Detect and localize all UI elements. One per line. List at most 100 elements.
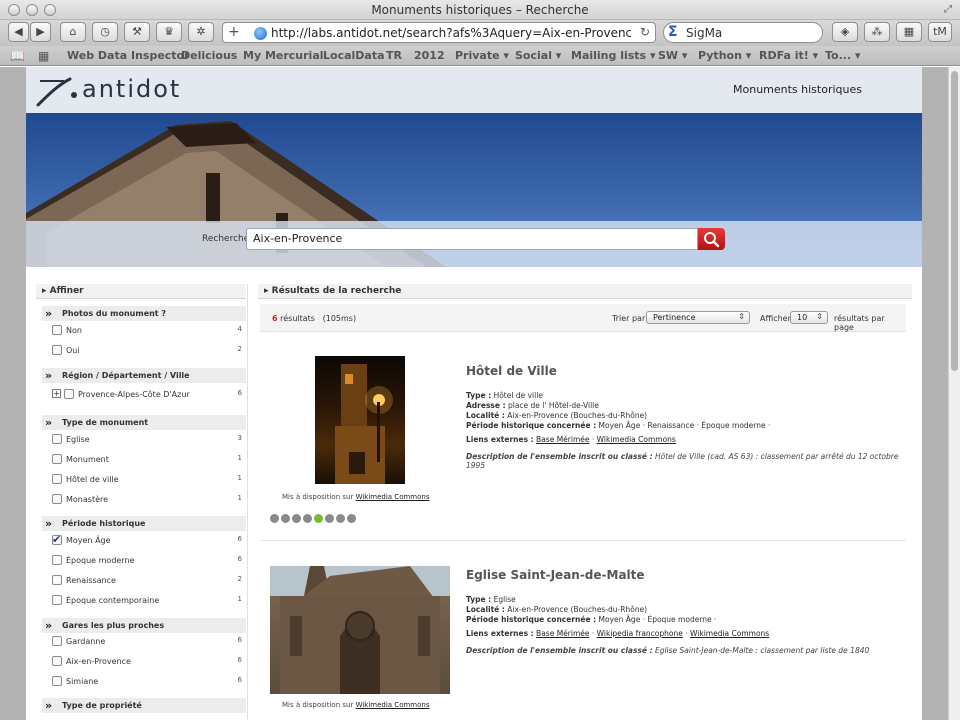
facet-header-period[interactable]: » Période historique [42,516,246,531]
forward-button[interactable]: ▶ [30,22,51,42]
facet-item[interactable]: Eglise 3 [52,434,242,446]
logo-text[interactable]: antidot [82,75,181,103]
url-text[interactable]: http://labs.antidot.net/search?afs%3Aque… [271,26,631,40]
bookmark-item[interactable]: My Mercurial [243,49,324,62]
external-link[interactable]: Wikimedia Commons [690,629,769,638]
bookmark-folder[interactable]: Private ▾ [455,49,509,62]
user-menu-button[interactable]: tM [928,22,952,42]
back-button[interactable]: ◀ [8,22,29,42]
facet-label: Hôtel de ville [66,475,119,484]
checkbox[interactable] [52,636,62,646]
external-link[interactable]: Wikimedia Commons [597,435,676,444]
external-link[interactable]: Wikipedia francophone [597,629,683,638]
double-chevron-icon: » [45,517,53,530]
checkbox[interactable] [52,676,62,686]
bookmark-folder[interactable]: Mailing lists ▾ [571,49,655,62]
page-size-select[interactable]: 10 ⇕ [790,311,828,324]
extension-button-5[interactable]: ⁂ [864,22,890,42]
expand-icon[interactable]: + [52,389,61,398]
bookmark-folder[interactable]: RDFa it! ▾ [759,49,818,62]
bookmark-folder[interactable]: Social ▾ [515,49,561,62]
checkbox[interactable] [52,656,62,666]
carousel-dot[interactable] [281,514,290,523]
vertical-scrollbar[interactable] [948,67,960,720]
facet-item[interactable]: Aix-en-Provence 6 [52,656,242,668]
history-button[interactable]: ◷ [92,22,118,42]
browser-search-field[interactable]: Σ SigMa [663,22,823,43]
bookmark-item[interactable]: 2012 [414,49,445,62]
bookmark-folder[interactable]: SW ▾ [658,49,687,62]
browser-search-text[interactable]: SigMa [686,26,722,40]
address-bar[interactable]: + http://labs.antidot.net/search?afs%3Aq… [222,22,656,43]
facet-item[interactable]: + Provence-Alpes-Côte D'Azur 6 [52,389,242,401]
facet-item[interactable]: Époque contemporaine 1 [52,595,242,607]
extension-button-4[interactable]: ◈ [832,22,858,42]
top-sites-icon[interactable]: ▦ [38,49,49,63]
checkbox[interactable] [52,325,62,335]
checkbox[interactable] [64,389,74,399]
facet-header-ownership[interactable]: » Type de propriété [42,698,246,713]
facet-item[interactable]: Oui 2 [52,345,242,357]
extension-button-6[interactable]: ▦ [896,22,922,42]
site-section-link[interactable]: Monuments historiques [733,83,862,96]
carousel-dot[interactable] [325,514,334,523]
site-header: antidot Monuments historiques [26,67,922,113]
home-button[interactable]: ⌂ [60,22,86,42]
extension-button-1[interactable]: ⚒ [124,22,150,42]
facet-item[interactable]: Époque moderne 6 [52,555,242,567]
bookmark-folder[interactable]: Python ▾ [698,49,751,62]
scrollbar-thumb[interactable] [951,71,958,371]
bookmark-item[interactable]: Web Data Inspector [67,49,190,62]
extension-button-2[interactable]: ♛ [156,22,182,42]
facet-item[interactable]: Hôtel de ville 1 [52,474,242,486]
search-input[interactable]: Aix-en-Provence [246,228,698,250]
facet-item[interactable]: Non 4 [52,325,242,337]
facet-item[interactable]: Moyen Âge 6 [52,533,242,547]
facet-header-region[interactable]: » Région / Département / Ville [42,368,246,383]
checkbox[interactable] [52,434,62,444]
sort-select[interactable]: Pertinence ⇕ [646,311,750,324]
extension-button-3[interactable]: ✲ [188,22,214,42]
result-title-link[interactable]: Hôtel de Ville [466,364,557,378]
external-link[interactable]: Base Mérimée [536,629,589,638]
carousel-dot[interactable] [292,514,301,523]
facet-item[interactable]: Monastère 1 [52,494,242,506]
checkbox[interactable] [52,494,62,504]
reading-list-icon[interactable]: 📖 [10,49,25,63]
checkbox-checked[interactable] [52,533,62,546]
reload-icon[interactable]: ↻ [640,25,650,39]
credit-link[interactable]: Wikimedia Commons [356,493,430,501]
fullscreen-icon[interactable]: ⤢ [942,4,954,16]
carousel-dot-active[interactable] [314,514,323,523]
external-link[interactable]: Base Mérimée [536,435,589,444]
facet-item[interactable]: Monument 1 [52,454,242,466]
add-bookmark-icon[interactable]: + [228,24,240,40]
result-title-link[interactable]: Eglise Saint-Jean-de-Malte [466,568,645,582]
bookmark-folder[interactable]: To... ▾ [825,49,861,62]
facet-header-stations[interactable]: » Gares les plus proches [42,618,246,633]
checkbox[interactable] [52,575,62,585]
carousel-dot[interactable] [303,514,312,523]
result-thumbnail[interactable] [315,356,405,484]
bookmark-item[interactable]: TR [386,49,402,62]
bookmark-item[interactable]: LocalData [323,49,385,62]
carousel-dot[interactable] [336,514,345,523]
show-label: Afficher [760,314,791,323]
search-button[interactable] [698,228,725,250]
result-thumbnail[interactable] [270,566,450,694]
checkbox[interactable] [52,595,62,605]
credit-link[interactable]: Wikimedia Commons [356,701,430,709]
checkbox[interactable] [52,345,62,355]
facet-item[interactable]: Gardanne 6 [52,636,242,648]
checkbox[interactable] [52,474,62,484]
bookmark-item[interactable]: Delicious [181,49,237,62]
carousel-dot[interactable] [270,514,279,523]
checkbox[interactable] [52,454,62,464]
facet-header-type[interactable]: » Type de monument [42,415,246,430]
hotel-de-ville-photo [335,364,393,484]
facet-item[interactable]: Renaissance 2 [52,575,242,587]
carousel-dot[interactable] [347,514,356,523]
checkbox[interactable] [52,555,62,565]
facet-header-photos[interactable]: » Photos du monument ? [42,306,246,321]
facet-item[interactable]: Simiane 6 [52,676,242,688]
